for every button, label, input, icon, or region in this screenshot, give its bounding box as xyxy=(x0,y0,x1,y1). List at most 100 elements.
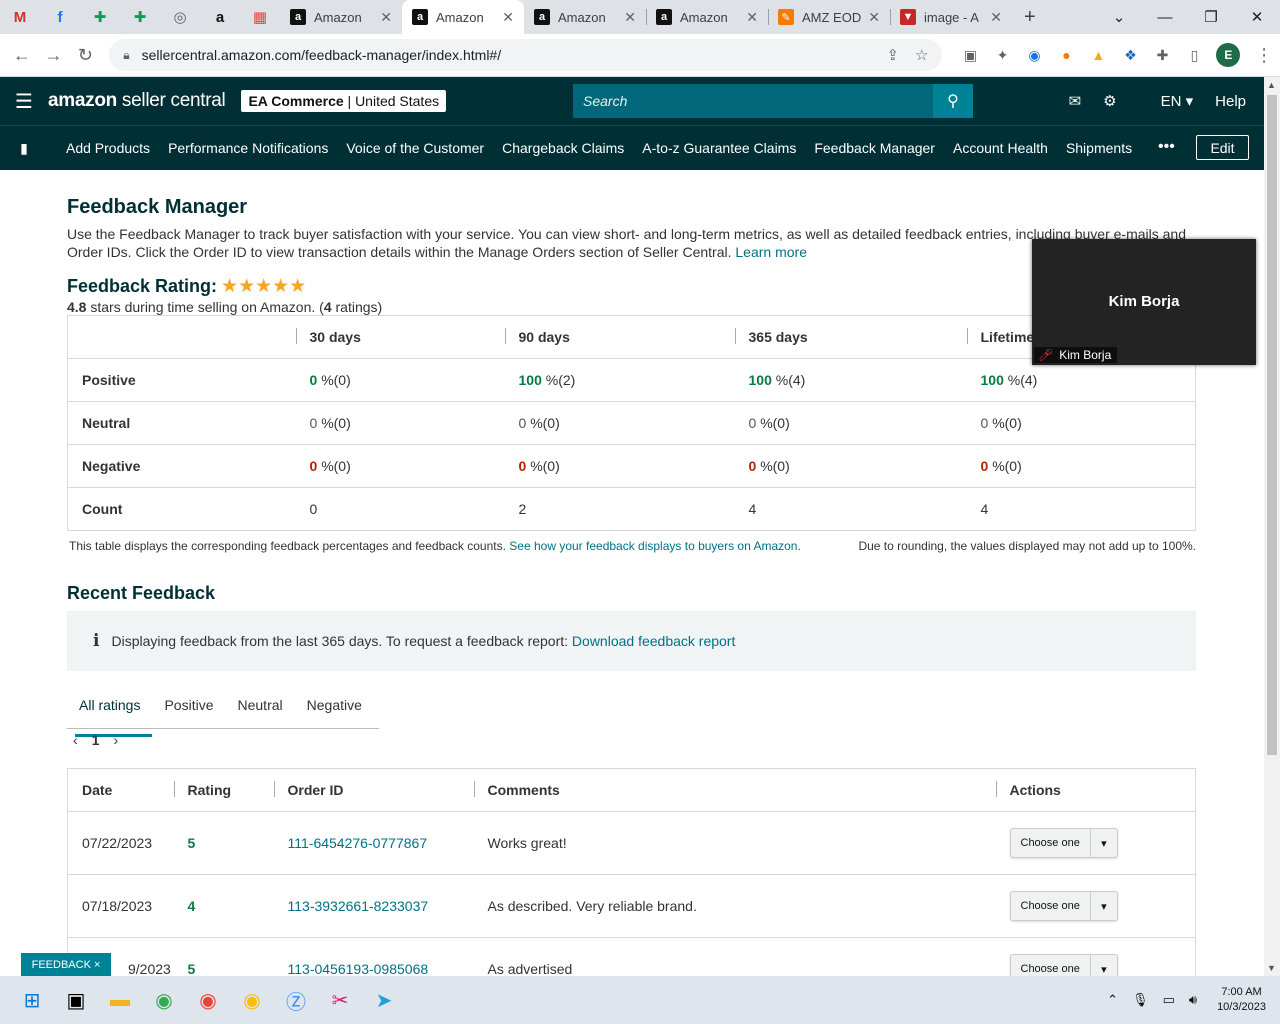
apps-pinned-tab[interactable]: ▦ xyxy=(240,0,280,34)
hamburger-menu-icon[interactable]: ☰ xyxy=(0,89,48,114)
nav-add-products[interactable]: Add Products xyxy=(66,140,150,156)
order-id-link[interactable]: 113-0456193-0985068 xyxy=(288,961,429,977)
restore-icon[interactable]: ❐ xyxy=(1188,0,1234,34)
forward-icon[interactable]: → xyxy=(38,45,70,66)
chrome-icon[interactable]: ◉ xyxy=(186,976,230,1024)
table-row-positive: Positive 0 %(0) 100 %(2) 100 %(4) 100 %(… xyxy=(67,358,1196,402)
bookmark-icon[interactable]: ▮ xyxy=(0,140,48,157)
page-number[interactable]: 1 xyxy=(92,732,100,748)
clock[interactable]: 7:00 AM 10/3/2023 xyxy=(1217,985,1266,1015)
file-explorer-icon[interactable]: ▬ xyxy=(98,976,142,1024)
close-icon[interactable]: ✕ xyxy=(502,9,514,26)
network-icon[interactable]: ▭ xyxy=(1163,992,1175,1008)
page-scrollbar[interactable]: ▲ ▼ xyxy=(1264,77,1280,976)
microphone-icon[interactable]: 🎙︎ xyxy=(1132,992,1149,1008)
bookmark-star-icon[interactable]: ☆ xyxy=(915,46,928,64)
nav-chargeback-claims[interactable]: Chargeback Claims xyxy=(502,140,624,156)
close-icon[interactable]: ✕ xyxy=(746,9,758,26)
snipping-tool-icon[interactable]: ✂ xyxy=(318,976,362,1024)
extension-icon[interactable]: ▲ xyxy=(1082,47,1114,63)
close-icon[interactable]: ✕ xyxy=(868,9,880,26)
tab-negative[interactable]: Negative xyxy=(295,690,374,728)
mail-icon[interactable]: ✉ xyxy=(1069,92,1082,110)
nav-a-to-z-claims[interactable]: A-to-z Guarantee Claims xyxy=(642,140,796,156)
puzzle-icon[interactable]: ✚ xyxy=(1146,47,1178,64)
close-icon[interactable]: ✕ xyxy=(990,9,1002,26)
amazon-pinned-tab[interactable]: a xyxy=(200,0,240,34)
task-view-icon[interactable]: ▣ xyxy=(54,976,98,1024)
help-link[interactable]: Help xyxy=(1215,93,1246,110)
search-input[interactable]: Search xyxy=(573,84,933,118)
action-dropdown[interactable]: Choose one ▾ xyxy=(1009,891,1118,921)
extension-icon[interactable]: ▣ xyxy=(954,47,986,64)
action-dropdown[interactable]: Choose one ▾ xyxy=(1009,828,1118,858)
globe-pinned-tab[interactable]: ◎ xyxy=(160,0,200,34)
extension-icon[interactable]: ◉ xyxy=(1018,47,1050,64)
video-call-overlay[interactable]: Kim Borja 🎤︎ Kim Borja xyxy=(1032,239,1256,365)
column-header: Actions xyxy=(995,768,1196,812)
prev-page-icon[interactable]: ‹ xyxy=(73,732,78,748)
order-id-link[interactable]: 111-6454276-0777867 xyxy=(288,835,428,851)
nav-shipments[interactable]: Shipments xyxy=(1066,140,1132,156)
volume-icon[interactable]: 🔊︎ xyxy=(1189,992,1197,1008)
scroll-up-icon[interactable]: ▲ xyxy=(1267,80,1276,90)
nav-performance-notifications[interactable]: Performance Notifications xyxy=(168,140,328,156)
participant-name: Kim Borja xyxy=(1108,293,1180,310)
zoom-icon[interactable]: Ⓩ xyxy=(274,976,318,1024)
close-window-icon[interactable]: ✕ xyxy=(1234,0,1280,34)
tab-all-ratings[interactable]: All ratings xyxy=(67,690,153,737)
browser-tab[interactable]: a Amazon ✕ xyxy=(524,0,646,34)
nav-voice-of-customer[interactable]: Voice of the Customer xyxy=(346,140,484,156)
buyer-display-link[interactable]: See how your feedback displays to buyers… xyxy=(509,539,801,553)
close-icon[interactable]: ✕ xyxy=(380,9,392,26)
extension-icon[interactable]: ✦ xyxy=(986,47,1018,64)
tab-neutral[interactable]: Neutral xyxy=(226,690,295,728)
chevron-up-icon[interactable]: ⌃ xyxy=(1107,992,1118,1008)
back-icon[interactable]: ← xyxy=(6,45,38,66)
column-header: Comments xyxy=(473,768,996,812)
feedback-button[interactable]: FEEDBACK × xyxy=(21,953,111,976)
more-icon[interactable]: ••• xyxy=(1158,138,1175,156)
next-page-icon[interactable]: › xyxy=(113,732,118,748)
sheets-pinned-tab-2[interactable]: ✚ xyxy=(120,0,160,34)
nav-account-health[interactable]: Account Health xyxy=(953,140,1048,156)
profile-avatar[interactable]: E xyxy=(1216,43,1241,67)
new-tab-icon[interactable]: + xyxy=(1024,6,1036,29)
browser-tab-active[interactable]: a Amazon ✕ xyxy=(402,0,524,34)
chrome-icon[interactable]: ◉ xyxy=(142,976,186,1024)
download-report-link[interactable]: Download feedback report xyxy=(572,633,735,649)
tab-search-icon[interactable]: ⌄ xyxy=(1096,0,1142,34)
menu-dots-icon[interactable]: ⋮ xyxy=(1248,45,1280,66)
browser-tab[interactable]: a Amazon ✕ xyxy=(280,0,402,34)
side-panel-icon[interactable]: ▯ xyxy=(1178,47,1210,64)
scroll-down-icon[interactable]: ▼ xyxy=(1267,963,1276,973)
nav-feedback-manager[interactable]: Feedback Manager xyxy=(814,140,935,156)
browser-tab[interactable]: ✎ AMZ EOD ✕ xyxy=(768,0,890,34)
browser-tab[interactable]: ▼ image - A ✕ xyxy=(890,0,1012,34)
browser-tab[interactable]: a Amazon ✕ xyxy=(646,0,768,34)
tab-positive[interactable]: Positive xyxy=(152,690,225,728)
sheets-pinned-tab[interactable]: ✚ xyxy=(80,0,120,34)
gear-icon[interactable]: ⚙ xyxy=(1103,92,1116,110)
share-icon[interactable]: ⇪ xyxy=(886,46,899,64)
amazon-seller-central-logo[interactable]: amazon seller central xyxy=(48,90,226,112)
extension-icon[interactable]: ● xyxy=(1050,47,1082,63)
chrome-icon[interactable]: ◉ xyxy=(230,976,274,1024)
search-icon[interactable]: ⚲ xyxy=(933,84,973,118)
windows-start-icon[interactable]: ⊞ xyxy=(10,976,54,1024)
telegram-icon[interactable]: ➤ xyxy=(362,976,406,1024)
order-id-link[interactable]: 113-3932661-8233037 xyxy=(288,898,429,914)
lock-icon[interactable]: 🔒︎ xyxy=(123,48,129,63)
learn-more-link[interactable]: Learn more xyxy=(735,244,807,260)
address-bar[interactable]: 🔒︎ sellercentral.amazon.com/feedback-man… xyxy=(109,39,943,71)
edit-nav-button[interactable]: Edit xyxy=(1196,135,1249,160)
reload-icon[interactable]: ↻ xyxy=(69,45,101,66)
close-icon[interactable]: ✕ xyxy=(624,9,636,26)
language-selector[interactable]: EN ▾ xyxy=(1139,92,1194,110)
gmail-pinned-tab[interactable]: M xyxy=(0,0,40,34)
extension-icon[interactable]: ❖ xyxy=(1114,47,1146,64)
scrollbar-thumb[interactable] xyxy=(1267,95,1277,755)
facebook-pinned-tab[interactable]: f xyxy=(40,0,80,34)
account-switcher[interactable]: EA Commerce | United States xyxy=(241,90,447,112)
minimize-icon[interactable]: — xyxy=(1142,0,1188,34)
